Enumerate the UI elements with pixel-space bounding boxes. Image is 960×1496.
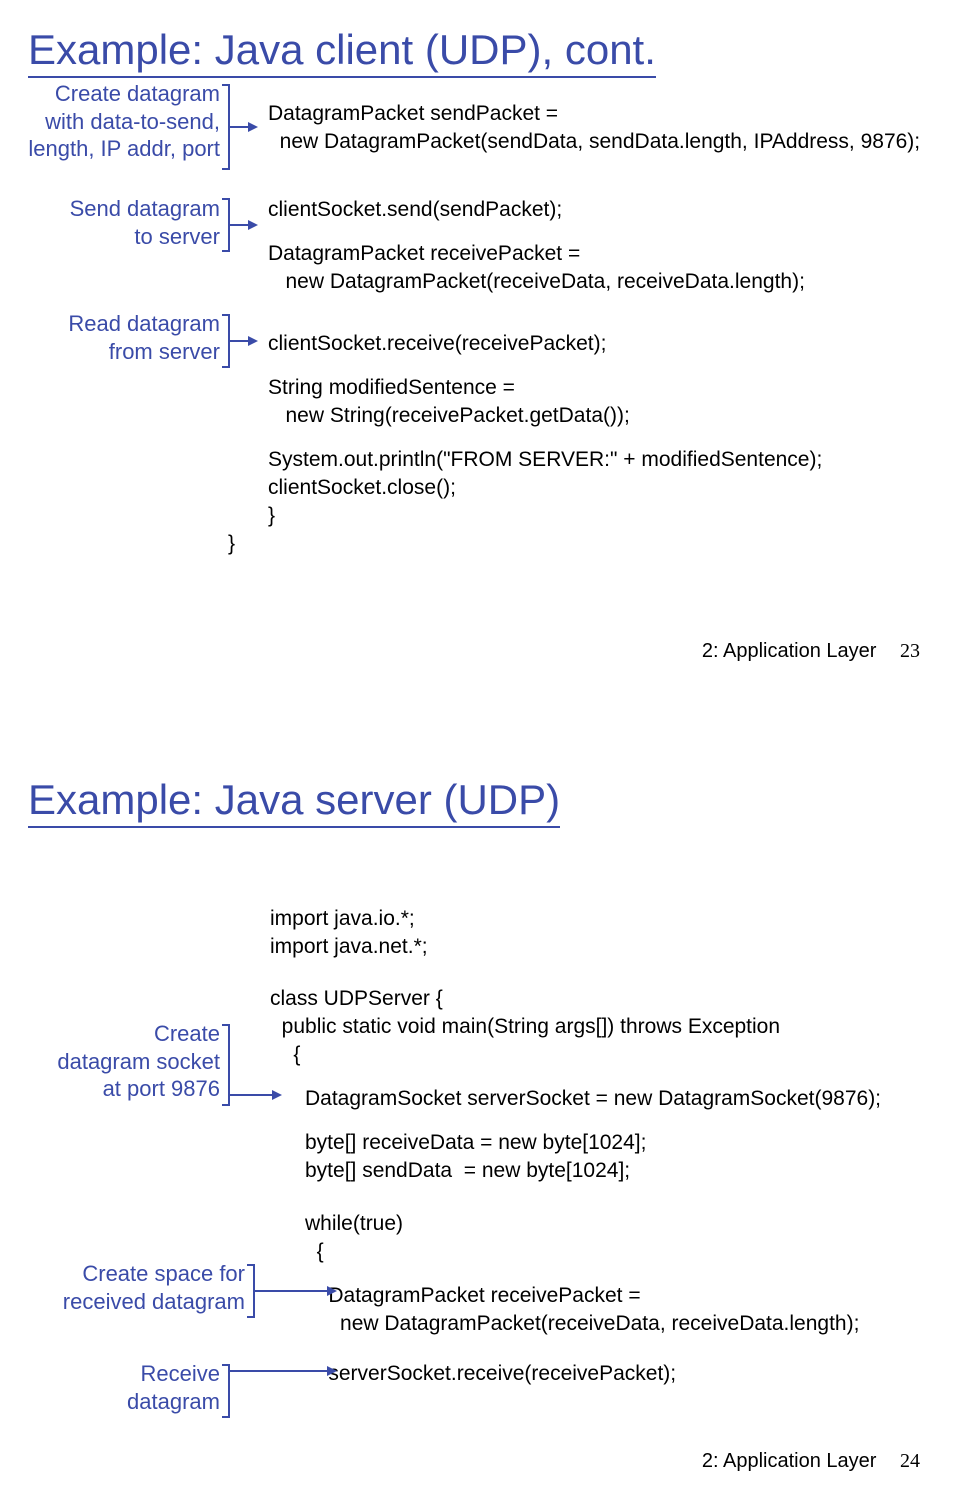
code-s2-l11: DatagramPacket receivePacket = bbox=[270, 1282, 641, 1310]
slide-1: Example: Java client (UDP), cont. Create… bbox=[0, 0, 960, 750]
arrow-4 bbox=[230, 1094, 280, 1096]
code-s2-l3: class UDPServer { bbox=[270, 985, 443, 1013]
code-s2-l8: byte[] sendData = new byte[1024]; bbox=[270, 1157, 630, 1185]
code-s1-l8: new String(receivePacket.getData()); bbox=[268, 402, 630, 430]
bracket-5 bbox=[247, 1264, 255, 1318]
code-s2-l4: public static void main(String args[]) t… bbox=[270, 1013, 780, 1041]
anno-create-socket: Createdatagram socketat port 9876 bbox=[20, 1020, 220, 1103]
bracket-1 bbox=[222, 84, 230, 170]
bracket-3 bbox=[222, 314, 230, 368]
arrow-3 bbox=[230, 340, 256, 342]
code-s2-l10: { bbox=[270, 1238, 324, 1266]
anno-receive: Receivedatagram bbox=[90, 1360, 220, 1415]
code-s2-l2: import java.net.*; bbox=[270, 933, 428, 961]
code-s1-l2: new DatagramPacket(sendData, sendData.le… bbox=[268, 128, 920, 156]
code-s1-l11: } bbox=[268, 502, 275, 530]
anno-send-datagram: Send datagramto server bbox=[30, 195, 220, 250]
code-s2-l6: DatagramSocket serverSocket = new Datagr… bbox=[270, 1085, 881, 1113]
code-s1-l9: System.out.println("FROM SERVER:" + modi… bbox=[268, 446, 822, 474]
footer-page-2: 24 bbox=[900, 1450, 920, 1472]
code-s1-l6: clientSocket.receive(receivePacket); bbox=[268, 330, 606, 358]
footer-label-1: 2: Application Layer bbox=[702, 640, 877, 662]
bracket-6 bbox=[222, 1364, 230, 1418]
anno-read-datagram: Read datagramfrom server bbox=[30, 310, 220, 365]
code-s1-l5: new DatagramPacket(receiveData, receiveD… bbox=[268, 268, 805, 296]
anno-create-space: Create space forreceived datagram bbox=[20, 1260, 245, 1315]
slide-footer-2: 2: Application Layer 24 bbox=[702, 1450, 920, 1473]
slide-2: Example: Java server (UDP) import java.i… bbox=[0, 750, 960, 1496]
arrow-2 bbox=[230, 224, 256, 226]
code-s2-l1: import java.io.*; bbox=[270, 905, 415, 933]
code-s2-l5: { bbox=[270, 1041, 300, 1069]
bracket-4 bbox=[222, 1024, 230, 1106]
arrow-5 bbox=[255, 1290, 335, 1292]
footer-label-2: 2: Application Layer bbox=[702, 1450, 877, 1472]
arrow-6 bbox=[230, 1370, 335, 1372]
code-s1-l1: DatagramPacket sendPacket = bbox=[268, 100, 558, 128]
footer-page-1: 23 bbox=[900, 640, 920, 662]
slide-title-2: Example: Java server (UDP) bbox=[28, 776, 560, 828]
bracket-2 bbox=[222, 198, 230, 252]
code-s2-l7: byte[] receiveData = new byte[1024]; bbox=[270, 1129, 646, 1157]
anno-create-datagram: Create datagramwith data-to-send,length,… bbox=[0, 80, 220, 163]
arrow-1 bbox=[230, 126, 256, 128]
code-s1-l12: } bbox=[228, 530, 235, 558]
code-s1-l3: clientSocket.send(sendPacket); bbox=[268, 196, 562, 224]
code-s1-l10: clientSocket.close(); bbox=[268, 474, 456, 502]
code-s2-l9: while(true) bbox=[270, 1210, 403, 1238]
code-s1-l7: String modifiedSentence = bbox=[268, 374, 515, 402]
slide-footer-1: 2: Application Layer 23 bbox=[702, 640, 920, 663]
slide-title-1: Example: Java client (UDP), cont. bbox=[28, 26, 656, 78]
code-s2-l12: new DatagramPacket(receiveData, receiveD… bbox=[270, 1310, 859, 1338]
code-s1-l4: DatagramPacket receivePacket = bbox=[268, 240, 580, 268]
